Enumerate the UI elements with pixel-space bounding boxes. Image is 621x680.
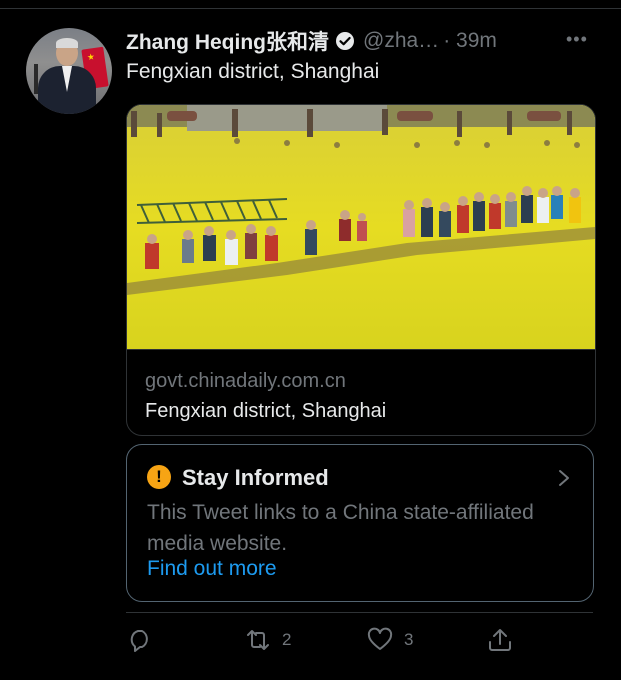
author-name[interactable]: Zhang Heqing张和清 — [126, 26, 329, 56]
tweet-actions: 2 3 — [126, 622, 516, 658]
tweet-text: Fengxian district, Shanghai — [126, 60, 380, 83]
retweet-icon — [247, 630, 269, 650]
like-count: 3 — [404, 630, 414, 649]
more-horizontal-icon[interactable]: ••• — [566, 29, 588, 50]
top-divider — [0, 8, 621, 9]
link-card[interactable]: govt.chinadaily.com.cn Fengxian district… — [126, 104, 596, 436]
notice-body: This Tweet links to a China state-affili… — [147, 501, 534, 555]
reply-icon — [130, 630, 148, 652]
actions-divider — [126, 612, 593, 613]
card-title: Fengxian district, Shanghai — [145, 400, 387, 422]
reply-button[interactable] — [126, 626, 164, 654]
retweet-count: 2 — [282, 630, 292, 649]
avatar[interactable] — [26, 28, 112, 114]
card-image — [127, 105, 595, 349]
card-domain: govt.chinadaily.com.cn — [145, 370, 346, 392]
like-button[interactable]: 3 — [366, 626, 413, 654]
verified-badge-icon — [336, 32, 354, 50]
share-icon — [489, 629, 511, 651]
tweet-time[interactable]: · 39m — [443, 29, 497, 53]
share-button[interactable] — [486, 626, 514, 654]
flower-field-illustration — [127, 105, 595, 349]
tweet-header: Zhang Heqing张和清 @zha… · 39m — [126, 26, 497, 56]
heart-icon — [367, 627, 393, 650]
card-meta: govt.chinadaily.com.cn Fengxian district… — [127, 349, 595, 435]
author-handle[interactable]: @zha… — [363, 29, 439, 53]
warning-icon: ! — [147, 465, 171, 489]
state-media-notice[interactable]: ! Stay Informed This Tweet links to a Ch… — [126, 444, 594, 602]
hair-shape — [56, 38, 78, 48]
notice-title: Stay Informed — [182, 465, 329, 490]
find-out-more-link[interactable]: Find out more — [147, 557, 277, 581]
chevron-right-icon[interactable] — [557, 469, 571, 487]
retweet-button[interactable]: 2 — [244, 626, 291, 654]
